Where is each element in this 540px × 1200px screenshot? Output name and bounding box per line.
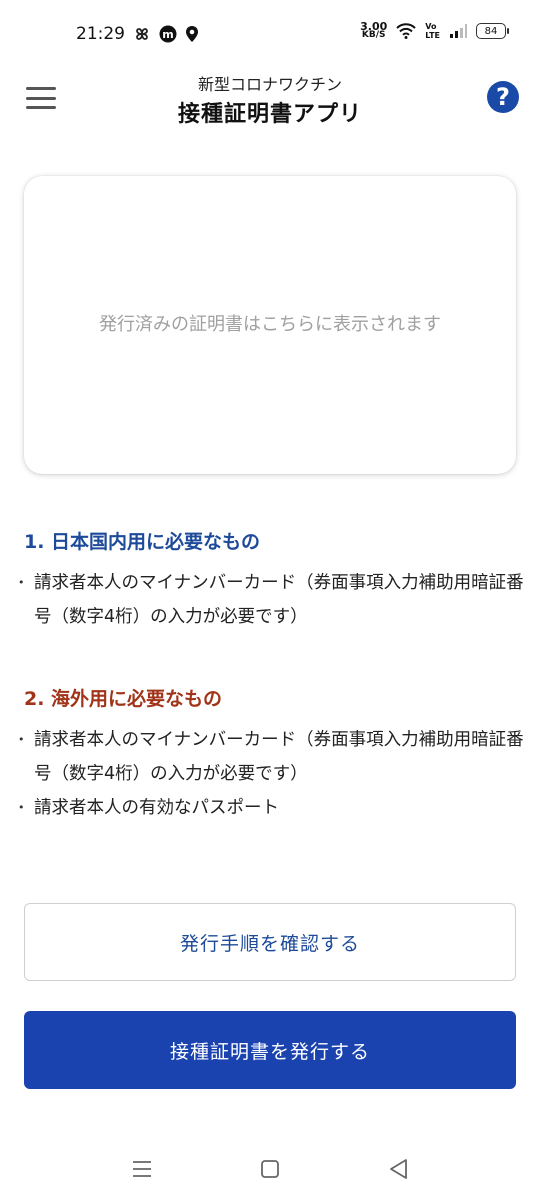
page-title: 接種証明書アプリ [177,102,362,127]
header-subtitle: 新型コロナワクチン [197,75,342,94]
pinwheel-icon [136,28,148,40]
list-item: 請求者本人のマイナンバーカード（券面事項入力補助用暗証番号（数字4桁）の入力が必… [18,566,528,634]
volte-bottom: LTE [425,31,440,40]
section-overseas-title: 2. 海外用に必要なもの [24,688,223,710]
certificate-card: 発行済みの証明書はこちらに表示されます [24,176,516,474]
status-time: 21:29 [76,24,125,44]
volte-indicator: Vo LTE [425,22,440,40]
status-left-icons: m [133,25,199,43]
wifi-icon [396,23,417,39]
check-procedure-button[interactable]: 発行手順を確認する [24,903,516,981]
location-pin-icon [186,26,198,42]
section-overseas-list: 請求者本人のマイナンバーカード（券面事項入力補助用暗証番号（数字4桁）の入力が必… [18,723,528,825]
network-speed-unit: KB/S [361,30,386,40]
svg-text:m: m [162,28,173,41]
list-item: 請求者本人のマイナンバーカード（券面事項入力補助用暗証番号（数字4桁）の入力が必… [18,723,528,791]
status-bar: 21:29 m 3.00 KB/S Vo LTE 84 [0,0,540,70]
issue-certificate-button[interactable]: 接種証明書を発行する [24,1011,516,1089]
m-badge-icon: m [159,25,177,43]
app-header: 新型コロナワクチン 接種証明書アプリ ? [0,70,540,140]
volte-top: Vo [425,22,437,31]
battery-icon: 84 [476,23,509,39]
section-domestic-title: 1. 日本国内用に必要なもの [24,531,261,553]
recents-icon[interactable] [129,1156,155,1182]
signal-icon [450,24,467,38]
system-nav-bar [0,1140,540,1200]
list-item: 請求者本人の有効なパスポート [18,791,528,825]
status-right-icons: 3.00 KB/S Vo LTE 84 [360,21,509,40]
help-icon[interactable]: ? [487,81,519,113]
back-icon[interactable] [386,1156,412,1182]
certificate-placeholder: 発行済みの証明書はこちらに表示されます [99,314,441,335]
home-icon[interactable] [257,1156,283,1182]
network-speed: 3.00 KB/S [360,21,387,40]
section-domestic-list: 請求者本人のマイナンバーカード（券面事項入力補助用暗証番号（数字4桁）の入力が必… [18,566,528,634]
